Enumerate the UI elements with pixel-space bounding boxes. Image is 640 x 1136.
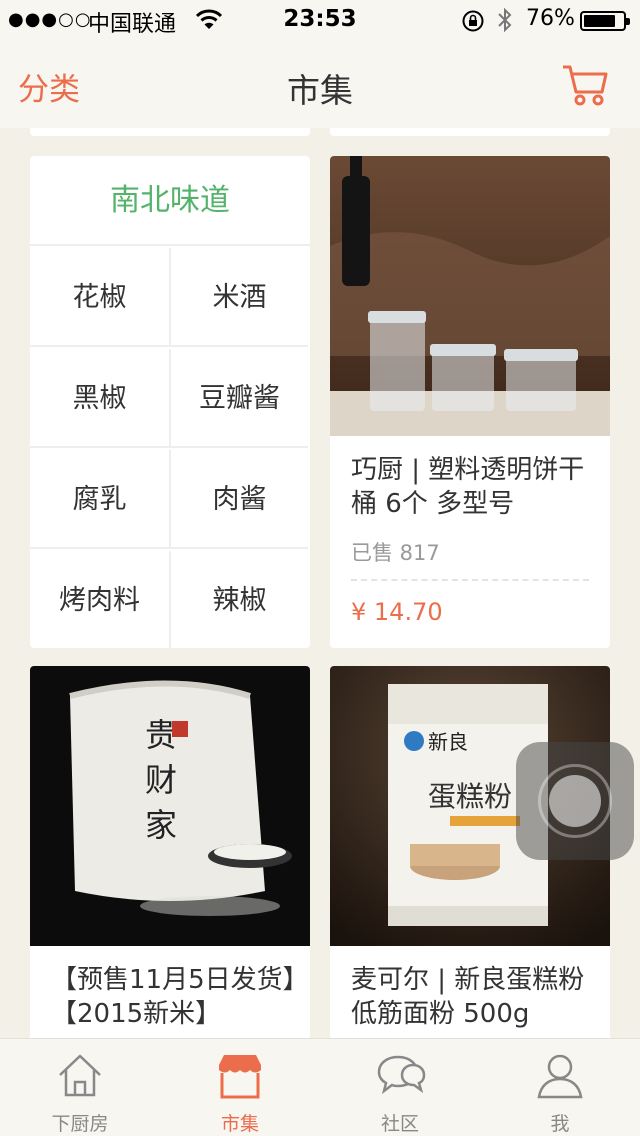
cart-icon[interactable] xyxy=(560,62,610,108)
person-icon xyxy=(537,1054,583,1099)
tab-label: 市集 xyxy=(220,1113,259,1135)
product-title: 【预售11月5日发货】【2015新米】 xyxy=(51,965,296,1029)
category-item[interactable]: 花椒 xyxy=(30,248,169,347)
category-item[interactable]: 肉酱 xyxy=(169,450,308,549)
product-card[interactable]: 贵 财 家 【预售11月5日发货】【2015新米】 xyxy=(30,666,310,1038)
tab-market[interactable]: 市集 xyxy=(160,1039,320,1136)
product-image[interactable]: 贵 财 家 xyxy=(30,666,310,946)
category-item[interactable]: 辣椒 xyxy=(169,551,308,648)
tab-label: 社区 xyxy=(380,1113,419,1135)
svg-text:财: 财 xyxy=(145,761,177,799)
category-item[interactable]: 米酒 xyxy=(169,248,308,347)
battery-percentage: 76% xyxy=(526,6,575,31)
product-title: 麦可尔 | 新良蛋糕粉 低筋面粉 500g xyxy=(351,965,585,1029)
svg-text:蛋糕粉: 蛋糕粉 xyxy=(428,780,512,813)
divider xyxy=(351,579,589,581)
card-partial xyxy=(330,128,610,136)
market-content[interactable]: 南北味道 花椒 米酒 黑椒 豆瓣酱 腐乳 肉酱 烤肉料 辣椒 巧厨 | 塑料透明… xyxy=(0,128,640,1038)
market-icon xyxy=(219,1055,261,1099)
tab-label: 我 xyxy=(550,1113,570,1135)
tab-home[interactable]: 下厨房 xyxy=(0,1039,160,1136)
home-icon xyxy=(59,1054,101,1097)
svg-text:家: 家 xyxy=(145,806,177,844)
category-item[interactable]: 腐乳 xyxy=(30,450,169,549)
bluetooth-icon xyxy=(498,7,512,33)
product-card[interactable]: 巧厨 | 塑料透明饼干桶 6个 多型号 已售 817 ¥ 14.70 xyxy=(330,156,610,648)
tab-me[interactable]: 我 xyxy=(480,1039,640,1136)
svg-text:新良: 新良 xyxy=(428,730,468,754)
status-bar: ●●●○○ 中国联通 23:53 76% xyxy=(0,0,640,40)
category-card: 南北味道 花椒 米酒 黑椒 豆瓣酱 腐乳 肉酱 烤肉料 辣椒 xyxy=(30,156,310,648)
product-title: 巧厨 | 塑料透明饼干桶 6个 多型号 xyxy=(351,455,585,519)
page-title: 市集 xyxy=(287,71,353,110)
battery-icon xyxy=(580,11,630,31)
sold-count: 已售 817 xyxy=(351,541,440,565)
card-partial xyxy=(30,128,310,136)
category-item[interactable]: 烤肉料 xyxy=(30,551,169,648)
product-price: ¥ 14.70 xyxy=(351,598,443,626)
tab-label: 下厨房 xyxy=(51,1113,109,1135)
product-image[interactable] xyxy=(330,156,610,436)
tab-community[interactable]: 社区 xyxy=(320,1039,480,1136)
chat-bubbles-icon xyxy=(377,1055,426,1095)
navigation-bar: 分类 市集 xyxy=(0,40,640,128)
tab-bar: 下厨房 市集 社区 我 xyxy=(0,1038,640,1136)
assistive-touch-button[interactable] xyxy=(516,742,634,860)
category-item[interactable]: 豆瓣酱 xyxy=(169,349,308,448)
category-item[interactable]: 黑椒 xyxy=(30,349,169,448)
rotation-lock-icon xyxy=(462,10,484,32)
category-title[interactable]: 南北味道 xyxy=(30,156,310,246)
